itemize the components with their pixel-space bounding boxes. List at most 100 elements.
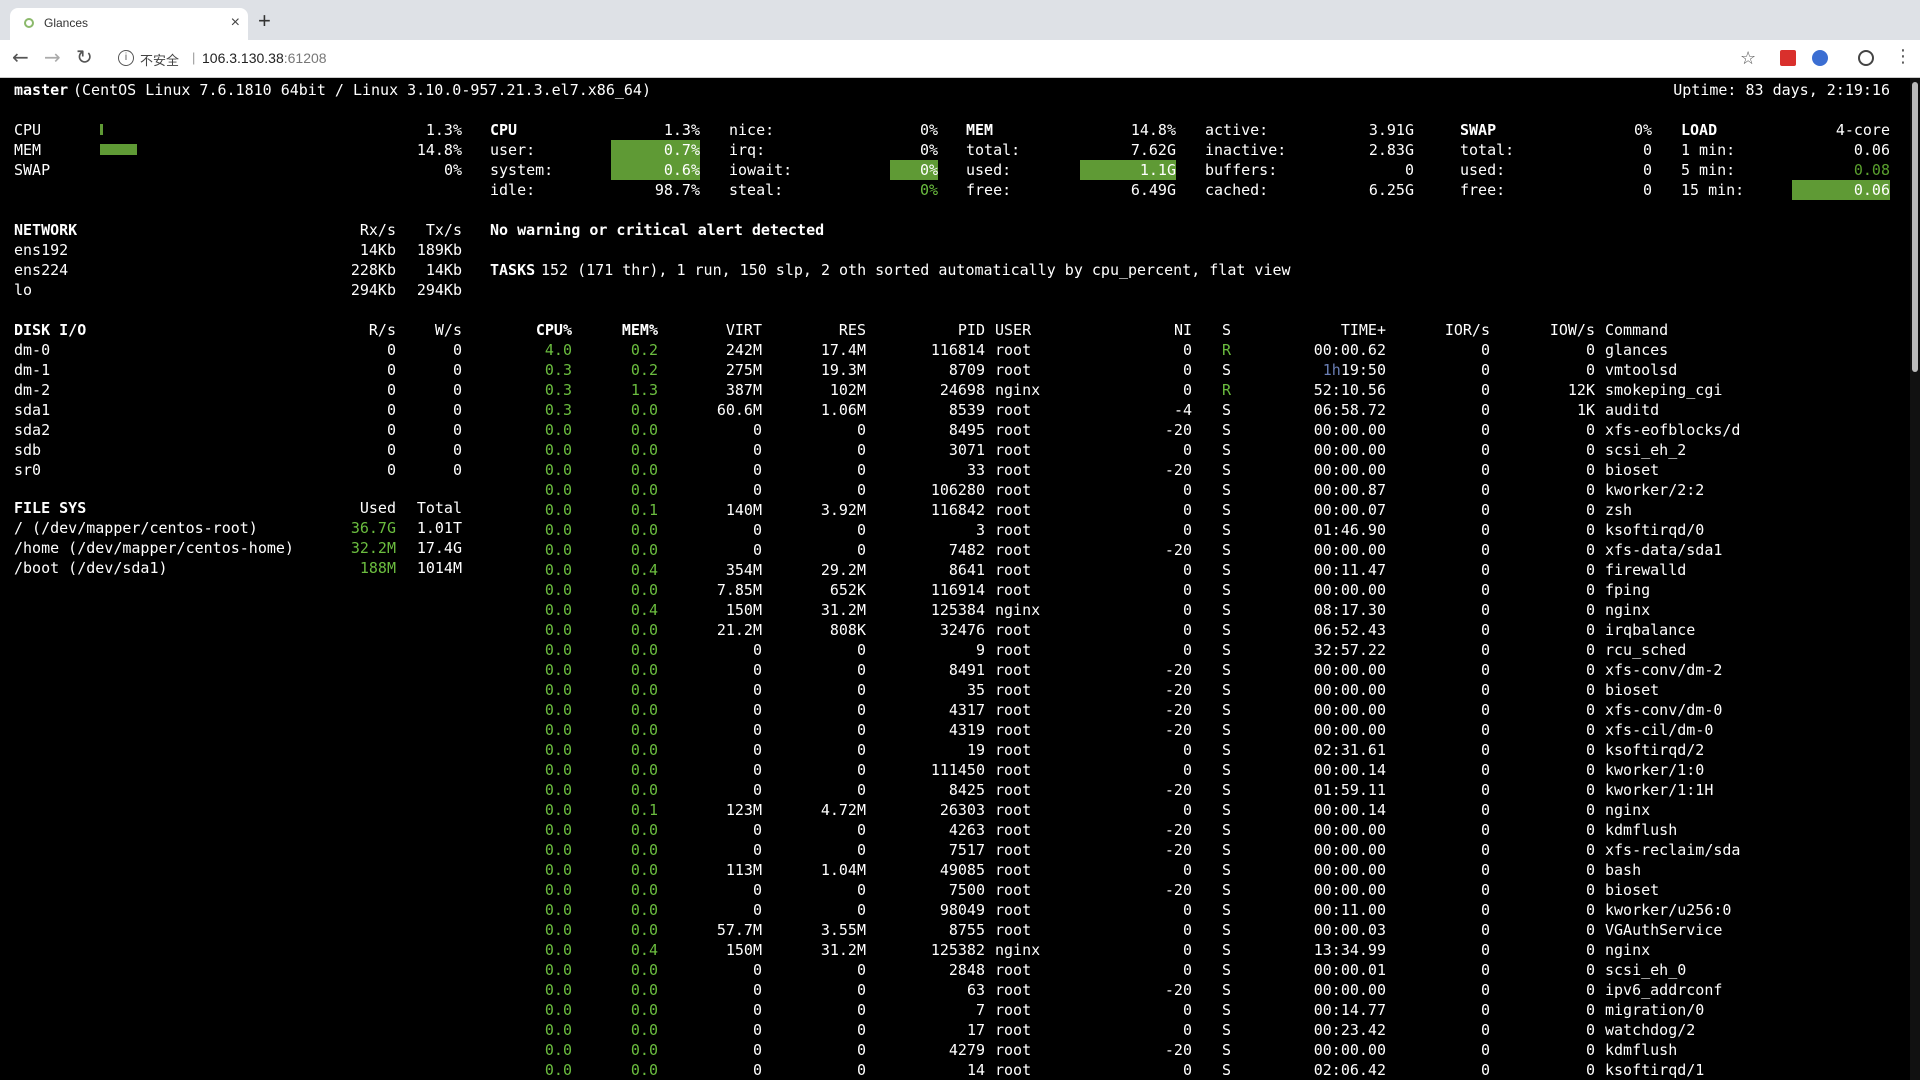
process-pid: 106280 [930,481,985,499]
process-res: 29.2M [820,561,866,579]
col-mem-header[interactable]: MEM% [622,320,658,340]
col-ni-header[interactable]: NI [1174,320,1192,340]
forward-icon[interactable]: → [44,47,61,67]
process-ni: 0 [1182,641,1192,659]
process-res: 0 [856,721,866,739]
process-row: 0.0 0.0 0 0 3 root 0 S 01:46.90 0 0 ksoftirqd/0 [0,520,1910,540]
process-ni: -4 [1173,401,1192,419]
cpu-system-label: system: [490,161,554,179]
reload-icon[interactable]: ↻ [76,47,93,67]
process-time: 00:00.00 [1313,661,1386,679]
process-row: 0.0 0.0 0 0 33 root -20 S 00:00.00 0 0 bioset [0,460,1910,480]
process-command: kdmflush [1605,821,1678,839]
quicklook-mem-value: 14.8% [416,141,462,159]
process-user: root [995,561,1032,579]
cpu-iowait-value: 0% [890,160,938,180]
scrollbar-thumb[interactable] [1912,82,1918,372]
back-icon[interactable]: ← [12,47,29,67]
process-status: S [1222,521,1232,539]
process-iow: 0 [1585,761,1595,779]
process-status: S [1222,821,1232,839]
close-tab-icon[interactable]: × [231,14,240,32]
process-cpu: 0.0 [544,1041,572,1059]
url-text[interactable]: 106.3.130.38:61208 [202,50,327,66]
process-res: 1.06M [820,401,866,419]
process-user: root [995,961,1032,979]
cpu-nice-label: nice: [729,121,775,139]
process-ior: 0 [1480,801,1490,819]
process-mem: 0.0 [630,921,658,939]
profile-icon[interactable] [1858,50,1874,66]
process-row: 0.0 0.0 21.2M 808K 32476 root 0 S 06:52.43 0 0 irqb… [0,620,1910,640]
mem-cached-label: cached: [1205,181,1269,199]
address-bar[interactable]: i 不安全 | 106.3.130.38:61208 [108,46,1764,72]
swap-used-label: used: [1460,161,1506,179]
info-icon[interactable]: i [118,50,134,66]
process-res: 0 [856,661,866,679]
process-ior: 0 [1480,681,1490,699]
quicklook-swap-label: SWAP [14,161,51,179]
process-command: xfs-cil/dm-0 [1605,721,1714,739]
network-tx-value: 14Kb [425,261,462,279]
process-time: 00:00.00 [1313,861,1386,879]
process-res: 4.72M [820,801,866,819]
col-pid-header[interactable]: PID [958,320,985,340]
process-user: root [995,781,1032,799]
col-s-header[interactable]: S [1222,320,1231,340]
process-ior: 0 [1480,921,1490,939]
process-command: nginx [1605,941,1651,959]
process-iow: 0 [1585,1041,1595,1059]
quicklook-mem-label: MEM [14,141,42,159]
col-command-header[interactable]: Command [1605,320,1668,340]
process-virt: 0 [752,881,762,899]
process-ior: 0 [1480,641,1490,659]
mem-total-label: total: [966,141,1021,159]
process-mem: 0.1 [630,801,658,819]
col-iow-header[interactable]: IOW/s [1550,320,1595,340]
load-15min-value: 0.06 [1792,180,1890,200]
col-ior-header[interactable]: IOR/s [1445,320,1490,340]
process-time: 00:00.00 [1313,881,1386,899]
cpu-user-label: user: [490,141,536,159]
uptime: Uptime: 83 days, 2:19:16 [1673,81,1890,99]
process-pid: 8495 [948,421,985,439]
process-status: S [1222,1001,1232,1019]
process-mem: 0.0 [630,641,658,659]
load-1min-label: 1 min: [1681,141,1736,159]
col-cpu-header[interactable]: CPU% [536,320,572,340]
col-time-header[interactable]: TIME+ [1341,320,1386,340]
col-virt-header[interactable]: VIRT [726,320,762,340]
process-status: S [1222,561,1232,579]
process-pid: 7500 [948,881,985,899]
process-mem: 0.0 [630,481,658,499]
process-time: 00:00.14 [1313,801,1386,819]
menu-icon[interactable]: ⋮ [1894,46,1912,67]
page-scrollbar[interactable] [1910,78,1920,1080]
extension-globe-icon[interactable] [1812,50,1828,66]
process-virt: 0 [752,741,762,759]
process-mem: 0.0 [630,421,658,439]
col-res-header[interactable]: RES [839,320,866,340]
process-cpu: 0.0 [544,841,572,859]
process-virt: 354M [725,561,762,579]
process-res: 0 [856,981,866,999]
col-user-header[interactable]: USER [995,320,1031,340]
process-row: 0.0 0.0 0 0 63 root -20 S 00:00.00 0 0 ipv6_addrcon… [0,980,1910,1000]
extension-red-icon[interactable] [1780,50,1796,66]
process-cpu: 0.0 [544,1021,572,1039]
process-time: 00:00.00 [1313,821,1386,839]
process-mem: 0.0 [630,701,658,719]
process-virt: 0 [752,821,762,839]
star-icon[interactable]: ☆ [1740,48,1756,69]
process-status: S [1222,881,1232,899]
process-ior: 0 [1480,781,1490,799]
process-cpu: 0.0 [544,861,572,879]
tab-glances[interactable]: Glances × [10,8,248,40]
process-ni: 0 [1182,441,1192,459]
process-mem: 0.0 [630,861,658,879]
process-iow: 0 [1585,461,1595,479]
process-row: 0.3 1.3 387M 102M 24698 nginx 0 R 52:10.56 0 12K sm… [0,380,1910,400]
process-command: nginx [1605,601,1651,619]
new-tab-button[interactable]: + [258,10,271,32]
process-pid: 4263 [948,821,985,839]
